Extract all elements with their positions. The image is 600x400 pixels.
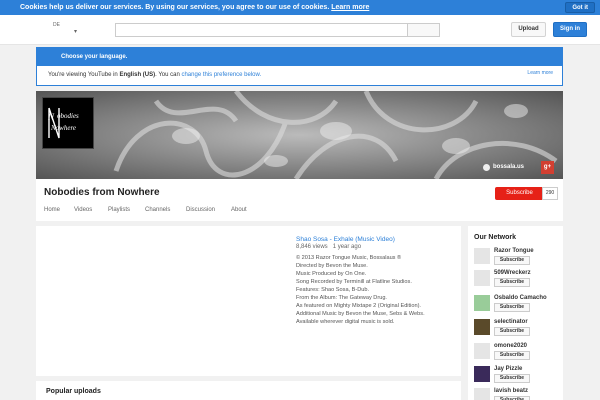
video-meta: 8,846 views 1 year ago xyxy=(296,244,361,250)
svg-text:obodies: obodies xyxy=(57,112,79,120)
description-line: Song Recorded by Terminill at Flatline S… xyxy=(296,279,412,285)
tab-playlists[interactable]: Playlists xyxy=(108,207,130,221)
network-item: lavish beatz Subscribe xyxy=(474,388,562,400)
cookie-message: Cookies help us deliver our services. By… xyxy=(20,4,330,11)
popular-uploads-title: Popular uploads xyxy=(46,388,101,395)
language-heading: Choose your language. xyxy=(37,48,562,66)
tab-channels[interactable]: Channels xyxy=(145,207,170,221)
network-title: Our Network xyxy=(474,234,517,241)
language-notice: Choose your language. You're viewing You… xyxy=(36,47,563,86)
channel-thumbnail[interactable] xyxy=(474,295,490,311)
sign-in-button[interactable]: Sign in xyxy=(553,22,587,37)
network-channel-name[interactable]: 509Wreckerz xyxy=(494,270,531,276)
network-subscribe-button[interactable]: Subscribe xyxy=(494,303,530,312)
tab-about[interactable]: About xyxy=(231,207,247,221)
channel-thumbnail[interactable] xyxy=(474,319,490,335)
network-item: 509Wreckerz Subscribe xyxy=(474,270,562,290)
channel-thumbnail[interactable] xyxy=(474,248,490,264)
network-sidebar: Our Network Razor Tongue Subscribe 509Wr… xyxy=(468,226,563,400)
description-line: From the Album: The Gateway Drug. xyxy=(296,295,387,301)
network-channel-name[interactable]: Jay Pizzle xyxy=(494,366,522,372)
network-subscribe-button[interactable]: Subscribe xyxy=(494,396,530,400)
network-subscribe-button[interactable]: Subscribe xyxy=(494,351,530,360)
tab-videos[interactable]: Videos xyxy=(74,207,92,221)
network-item: Jay Pizzle Subscribe xyxy=(474,366,562,386)
subscriber-count: 290 xyxy=(542,187,558,200)
tab-home[interactable]: Home xyxy=(44,207,60,221)
link-icon xyxy=(483,164,490,171)
upload-button[interactable]: Upload xyxy=(511,22,546,37)
channel-logo: N obodies Nowhere xyxy=(47,107,79,139)
language-body: You're viewing YouTube in English (US). … xyxy=(37,66,562,85)
description-line: Directed by Bevon the Muse. xyxy=(296,263,368,269)
got-it-button[interactable]: Got it xyxy=(565,2,595,13)
channel-thumbnail[interactable] xyxy=(474,366,490,382)
channel-banner: N obodies Nowhere bossala.us g+ xyxy=(36,91,563,179)
channel-thumbnail[interactable] xyxy=(474,270,490,286)
network-subscribe-button[interactable]: Subscribe xyxy=(494,327,530,336)
network-item: Razor Tongue Subscribe xyxy=(474,248,562,268)
channel-thumbnail[interactable] xyxy=(474,343,490,359)
masthead: DE ▾ Upload Sign in xyxy=(0,15,600,45)
cookie-bar: Cookies help us deliver our services. By… xyxy=(0,0,600,15)
network-channel-name[interactable]: lavish beatz xyxy=(494,388,528,394)
banner-website-link[interactable]: bossala.us xyxy=(493,164,524,170)
language-learn-more-link[interactable]: Learn more xyxy=(527,70,553,76)
language-prefix: You're viewing YouTube in xyxy=(48,72,120,78)
network-channel-name[interactable]: selectinator xyxy=(494,319,528,325)
channel-avatar[interactable]: N obodies Nowhere xyxy=(42,97,94,149)
video-age: 1 year ago xyxy=(332,244,362,250)
guide-arrow-icon[interactable]: ▾ xyxy=(74,28,77,35)
network-channel-name[interactable]: Razor Tongue xyxy=(494,248,534,254)
network-item: omone2020 Subscribe xyxy=(474,343,562,363)
description-line: Additional Music by Bevon the Muse, Sebs… xyxy=(296,311,425,317)
network-subscribe-button[interactable]: Subscribe xyxy=(494,256,530,265)
network-subscribe-button[interactable]: Subscribe xyxy=(494,278,530,287)
video-title-link[interactable]: Shao Sosa - Exhale (Music Video) xyxy=(296,236,395,243)
subscribe-button[interactable]: Subscribe xyxy=(495,187,544,200)
language-current: English (US) xyxy=(119,72,156,78)
channel-title[interactable]: Nobodies from Nowhere xyxy=(44,187,160,198)
network-item: selectinator Subscribe xyxy=(474,319,562,339)
description-line: © 2013 Razor Tongue Music, Bossalaus ® xyxy=(296,255,402,261)
description-line: As featured on Mighty Mixtape 2 (Origina… xyxy=(296,303,421,309)
video-views: 8,846 views xyxy=(296,244,328,250)
change-language-link[interactable]: change this preference below. xyxy=(181,72,261,78)
cookie-learn-more-link[interactable]: Learn more xyxy=(331,4,369,11)
channel-header: N obodies Nowhere bossala.us g+ Nobodies… xyxy=(36,91,563,221)
network-channel-name[interactable]: omone2020 xyxy=(494,343,527,349)
search-input[interactable] xyxy=(115,23,408,37)
network-subscribe-button[interactable]: Subscribe xyxy=(494,374,530,383)
language-middle: . You can xyxy=(155,72,182,78)
network-channel-name[interactable]: Osbaldo Camacho xyxy=(494,295,547,301)
tab-discussion[interactable]: Discussion xyxy=(186,207,215,221)
channel-thumbnail[interactable] xyxy=(474,388,490,400)
search-button[interactable] xyxy=(408,23,440,37)
svg-text:Nowhere: Nowhere xyxy=(50,124,76,132)
popular-uploads-section: Popular uploads xyxy=(36,381,461,400)
google-plus-icon[interactable]: g+ xyxy=(541,161,554,174)
network-item: Osbaldo Camacho Subscribe xyxy=(474,295,562,315)
logo-region[interactable]: DE xyxy=(53,22,60,28)
description-line: Music Produced by On One. xyxy=(296,271,367,277)
video-player[interactable] xyxy=(36,226,286,376)
description-line: Features: Shao Sosa, B-Dub. xyxy=(296,287,370,293)
video-description: © 2013 Razor Tongue Music, Bossalaus ® D… xyxy=(296,254,456,326)
description-line: Available wherever digital music is sold… xyxy=(296,319,395,325)
featured-video-section: Shao Sosa - Exhale (Music Video) 8,846 v… xyxy=(36,226,461,376)
